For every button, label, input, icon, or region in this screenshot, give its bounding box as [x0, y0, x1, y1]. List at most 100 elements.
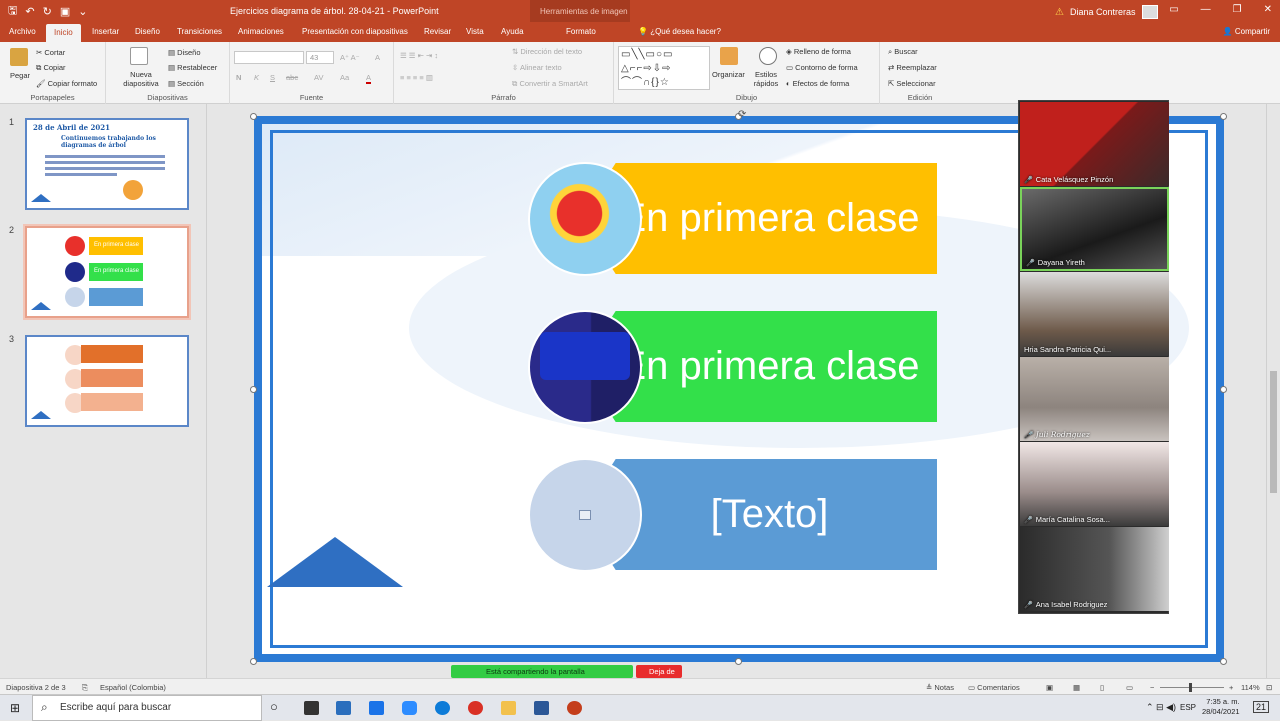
tell-me-search[interactable]: 💡 ¿Qué desea hacer?	[638, 27, 721, 36]
taskbar-search[interactable]: ⌕ Escribe aquí para buscar	[32, 695, 262, 721]
reading-view-icon[interactable]: ▯	[1100, 683, 1104, 692]
tab-animaciones[interactable]: Animaciones	[238, 27, 284, 36]
tab-vista[interactable]: Vista	[466, 27, 484, 36]
paste-button[interactable]: Pegar	[10, 71, 30, 80]
shape-effects-button[interactable]: ◐ Efectos de forma	[786, 79, 849, 88]
customize-qat-icon[interactable]: ⌄	[78, 5, 87, 18]
italic-button[interactable]: K	[254, 73, 259, 82]
section-button[interactable]: ▤ Sección	[168, 79, 204, 88]
quick-styles-button[interactable]: Estilos rápidos	[751, 70, 781, 88]
normal-view-icon[interactable]: ▣	[1046, 683, 1053, 692]
participant-tile[interactable]: 🎤 María Catalina Sosa...	[1020, 442, 1169, 526]
slide-thumbnail-3[interactable]	[25, 335, 189, 427]
participant-tile[interactable]: 🎤 Juli Rodriguez	[1020, 357, 1169, 441]
mail-icon[interactable]	[336, 701, 351, 715]
zoom-app-icon[interactable]	[402, 701, 417, 715]
picture-placeholder[interactable]	[528, 458, 642, 572]
bullets-button[interactable]: ☰ ☰ ⇤ ⇥ ↕	[400, 51, 438, 60]
notifications-icon[interactable]: 21	[1253, 701, 1270, 713]
format-painter-button[interactable]: 🖌 Copiar formato	[36, 79, 97, 88]
change-case-button[interactable]: Aa	[340, 73, 349, 82]
clear-format-button[interactable]: A	[375, 53, 380, 62]
ribbon-display-icon[interactable]: ▭	[1169, 4, 1178, 15]
select-button[interactable]: ⇱ Seleccionar	[888, 79, 936, 88]
reset-button[interactable]: ▤ Restablecer	[168, 63, 217, 72]
tab-insertar[interactable]: Insertar	[92, 27, 119, 36]
zoom-slider[interactable]	[1160, 687, 1224, 688]
zoom-slider-thumb[interactable]	[1189, 683, 1192, 692]
participant-tile[interactable]: 🎤 Cata Velásquez Pinzón	[1020, 102, 1169, 186]
arrange-button[interactable]: Organizar	[712, 70, 745, 79]
replace-button[interactable]: ⇄ Reemplazar	[888, 63, 937, 72]
arrange-icon[interactable]	[720, 47, 738, 65]
task-view-icon[interactable]	[304, 701, 319, 715]
tab-presentacion[interactable]: Presentación con diapositivas	[302, 27, 408, 36]
insert-picture-icon[interactable]	[579, 510, 591, 520]
rotate-handle-icon[interactable]: ⟳	[738, 109, 746, 120]
tab-transiciones[interactable]: Transiciones	[177, 27, 222, 36]
present-icon[interactable]: ▣	[60, 5, 70, 18]
spacing-button[interactable]: AV	[314, 73, 323, 82]
paste-icon[interactable]	[10, 48, 28, 66]
notes-button[interactable]: ≜ Notas	[926, 683, 954, 692]
tab-inicio[interactable]: Inicio	[46, 24, 81, 42]
resize-handle[interactable]	[250, 658, 257, 665]
resize-handle[interactable]	[250, 113, 257, 120]
truck-picture[interactable]	[528, 310, 642, 424]
tab-archivo[interactable]: Archivo	[9, 27, 36, 36]
edge-icon[interactable]	[435, 701, 450, 715]
new-slide-icon[interactable]	[130, 47, 148, 65]
windows-start-icon[interactable]: ⊞	[10, 701, 20, 715]
font-size-select[interactable]: 43	[306, 51, 334, 64]
resize-handle[interactable]	[735, 658, 742, 665]
app-l-icon[interactable]	[369, 701, 384, 715]
user-account[interactable]: ⚠ Diana Contreras	[1055, 5, 1158, 19]
grow-font-button[interactable]: A⁺ A⁻	[340, 53, 360, 62]
shapes-gallery[interactable]: ▭╲╲▭○▭ △⌐⌐⇨⇩⇨ ⌒⌒∩{}☆	[618, 46, 710, 90]
resize-handle[interactable]	[1220, 658, 1227, 665]
underline-button[interactable]: S	[270, 73, 275, 82]
tab-ayuda[interactable]: Ayuda	[501, 27, 524, 36]
font-color-button[interactable]: A	[366, 73, 372, 84]
align-text-button[interactable]: ⇳ Alinear texto	[512, 63, 562, 72]
participant-tile[interactable]: Hria Sandra Patricia Qui...	[1020, 272, 1169, 356]
shape-fill-button[interactable]: ◈ Relleno de forma	[786, 47, 851, 56]
fit-slide-icon[interactable]: ⊡	[1266, 683, 1272, 692]
save-icon[interactable]: 🖫	[8, 2, 17, 21]
text-direction-button[interactable]: ⇅ Dirección del texto	[512, 47, 582, 56]
tray-icons[interactable]: ⌃ ⊟ ◀)	[1146, 702, 1176, 713]
zoom-level[interactable]: 114%	[1241, 683, 1260, 692]
file-explorer-icon[interactable]	[501, 701, 516, 715]
zoom-out-icon[interactable]: −	[1150, 683, 1154, 692]
undo-icon[interactable]: ↶	[25, 5, 34, 18]
zoom-in-icon[interactable]: +	[1229, 683, 1233, 692]
minimize-icon[interactable]: —	[1201, 4, 1211, 15]
alignment-buttons[interactable]: ≡ ≡ ≡ ≡ ▥	[400, 73, 433, 82]
comments-button[interactable]: ▭ Comentarios	[968, 683, 1020, 692]
participant-tile-speaking[interactable]: 🎤 Dayana Yireth	[1020, 187, 1169, 271]
shape-outline-button[interactable]: ▭ Contorno de forma	[786, 63, 858, 72]
resize-handle[interactable]	[250, 386, 257, 393]
resize-handle[interactable]	[1220, 113, 1227, 120]
screen-share-status[interactable]: Está compartiendo la pantalla	[451, 665, 633, 678]
cut-button[interactable]: ✂ Cortar	[36, 48, 65, 57]
input-language[interactable]: ESP	[1180, 703, 1196, 712]
system-clock[interactable]: 7:35 a. m. 28/04/2021	[1202, 697, 1240, 717]
chrome-icon[interactable]	[468, 701, 483, 715]
airplane-picture[interactable]	[528, 162, 642, 276]
participant-tile[interactable]: 🎤 Ana Isabel Rodriguez	[1020, 527, 1169, 611]
slide-sorter-icon[interactable]: ▦	[1073, 683, 1080, 692]
tab-revisar[interactable]: Revisar	[424, 27, 451, 36]
copy-button[interactable]: ⧉ Copiar	[36, 63, 66, 73]
close-icon[interactable]: ✕	[1264, 4, 1272, 15]
bold-button[interactable]: N	[236, 73, 241, 82]
slideshow-icon[interactable]: ▭	[1126, 683, 1133, 692]
strikethrough-button[interactable]: abc	[286, 73, 298, 82]
word-icon[interactable]	[534, 701, 549, 715]
redo-icon[interactable]: ↻	[43, 5, 52, 18]
layout-button[interactable]: ▤ Diseño	[168, 48, 201, 57]
language-indicator[interactable]: Español (Colombia)	[100, 683, 166, 692]
tab-diseno[interactable]: Diseño	[135, 27, 160, 36]
stop-sharing-button[interactable]: Deja de	[636, 665, 682, 678]
vertical-scrollbar[interactable]	[1266, 104, 1280, 678]
